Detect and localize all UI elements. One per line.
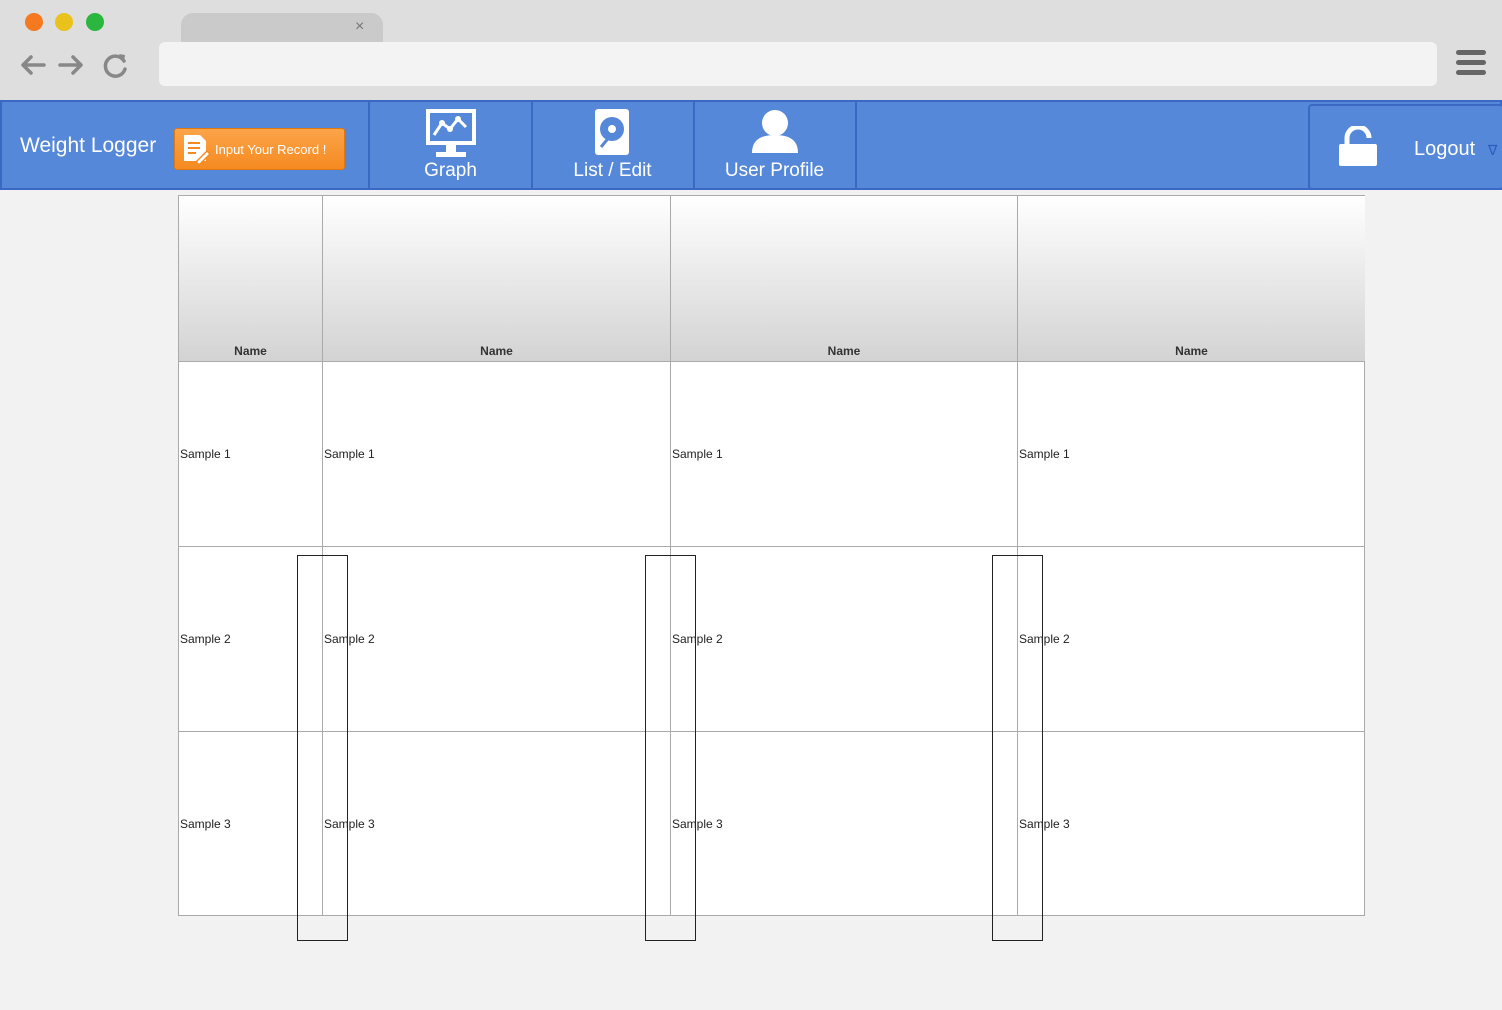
logout-label: Logout [1414, 138, 1476, 160]
column-header[interactable]: Name [1018, 196, 1365, 362]
browser-tab[interactable] [181, 13, 383, 43]
column-header-label: Name [1175, 344, 1208, 358]
column-header[interactable]: Name [671, 196, 1018, 362]
column-resize-handle[interactable] [297, 555, 348, 941]
logout-button[interactable]: Logout ∇ [1308, 104, 1502, 190]
column-header[interactable]: Name [179, 196, 323, 362]
column-header-label: Name [480, 344, 513, 358]
address-bar[interactable] [159, 42, 1437, 86]
dropdown-caret-icon[interactable]: ∇ [1488, 142, 1497, 159]
cell-text: Sample 2 [180, 632, 231, 646]
monitor-chart-icon [425, 109, 476, 157]
brand-section: Weight Logger Input Your Record ! [2, 102, 370, 188]
app-navbar: Weight Logger Input Your Record ! Graph [0, 100, 1502, 190]
window-maximize-dot[interactable] [86, 13, 104, 31]
table-cell[interactable]: Sample 3 [1018, 732, 1365, 916]
column-header-label: Name [827, 344, 861, 358]
input-record-label: Input Your Record ! [215, 142, 327, 157]
table-cell[interactable]: Sample 1 [323, 362, 671, 547]
cell-text: Sample 3 [180, 817, 231, 831]
back-arrow-icon[interactable] [18, 50, 48, 80]
hamburger-menu-icon[interactable] [1456, 50, 1486, 78]
tab-close-icon[interactable]: × [355, 17, 364, 37]
table-cell[interactable]: Sample 3 [323, 732, 671, 916]
table-cell[interactable]: Sample 1 [1018, 362, 1365, 547]
tab-graph-label: Graph [424, 160, 477, 181]
tab-user-profile[interactable]: User Profile [694, 102, 857, 188]
app-title: Weight Logger [20, 134, 157, 157]
input-record-button[interactable]: Input Your Record ! [174, 128, 345, 170]
reload-icon[interactable] [101, 50, 131, 80]
unlock-icon [1339, 126, 1377, 166]
table-cell[interactable]: Sample 2 [671, 547, 1018, 732]
column-resize-handle[interactable] [992, 555, 1043, 941]
tab-graph[interactable]: Graph [370, 102, 533, 188]
browser-chrome: × [0, 0, 1502, 100]
column-header[interactable]: Name [323, 196, 671, 362]
document-edit-icon [184, 135, 212, 165]
table-cell[interactable]: Sample 1 [671, 362, 1018, 547]
window-close-dot[interactable] [25, 13, 43, 31]
table-cell[interactable]: Sample 1 [179, 362, 323, 547]
user-icon [751, 110, 798, 153]
table-cell[interactable]: Sample 2 [323, 547, 671, 732]
cell-text: Sample 1 [180, 447, 231, 461]
cell-text: Sample 1 [672, 447, 723, 461]
data-table: Name Name Name Name Sample 1 Sample 1 Sa… [178, 195, 1365, 916]
tab-user-profile-label: User Profile [724, 160, 825, 181]
cell-text: Sample 1 [1019, 447, 1070, 461]
column-resize-handle[interactable] [645, 555, 696, 941]
tab-list-edit-label: List / Edit [573, 160, 652, 181]
disk-edit-icon [594, 109, 629, 155]
column-header-label: Name [234, 344, 267, 358]
cell-text: Sample 1 [324, 447, 375, 461]
tab-list-edit[interactable]: List / Edit [532, 102, 695, 188]
forward-arrow-icon[interactable] [56, 50, 86, 80]
window-minimize-dot[interactable] [55, 13, 73, 31]
table-cell[interactable]: Sample 2 [1018, 547, 1365, 732]
table-cell[interactable]: Sample 3 [671, 732, 1018, 916]
